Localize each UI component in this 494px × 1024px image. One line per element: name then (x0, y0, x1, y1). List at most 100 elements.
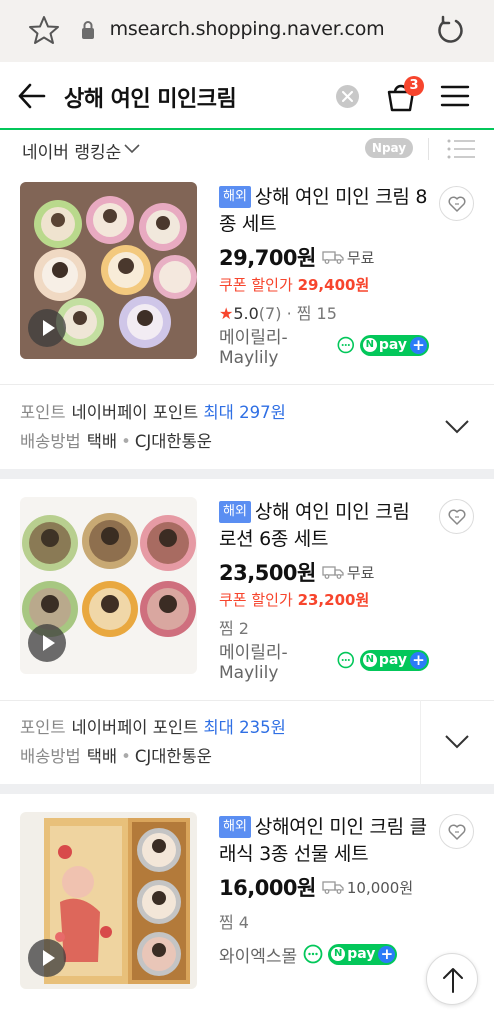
expand-divider (420, 700, 421, 784)
talk-icon[interactable] (337, 335, 355, 355)
product-price: 16,000원 (219, 876, 316, 900)
point-text: 네이버페이 포인트 (71, 718, 199, 737)
shipping-method: 배송방법 택배 • CJ대한통운 (20, 428, 212, 452)
sort-divider (428, 138, 429, 160)
product-image[interactable] (20, 182, 197, 359)
rating-row: ★5.0(7) · 찜 15 (219, 300, 429, 324)
rating-star-icon: ★ (219, 304, 234, 323)
chevron-down-icon[interactable] (444, 419, 470, 435)
point-label: 포인트 (20, 718, 66, 737)
product-card[interactable]: 해외 상해 여인 미인 크림 8종 세트 29,700원 무료 쿠폰 할인가 29… (0, 168, 494, 384)
point-label: 포인트 (20, 403, 66, 422)
zzim-count: 찜 4 (219, 913, 249, 932)
mall-name[interactable]: 메이릴리-Maylily (219, 323, 331, 368)
product-info: 해외 상해 여인 미인 크림 8종 세트 29,700원 무료 쿠폰 할인가 29… (219, 184, 429, 368)
coupon-price-row: 쿠폰 할인가 23,200원 (219, 589, 429, 610)
product-card[interactable]: 해외 상해여인 미인 크림 클래식 3종 선물 세트 16,000원 10,000… (0, 794, 494, 1024)
product-price: 23,500원 (219, 561, 316, 585)
coupon-price-row: 쿠폰 할인가 29,400원 (219, 274, 429, 295)
talk-icon[interactable] (303, 944, 323, 964)
product-card[interactable]: 해외 상해 여인 미인 크림 로션 6종 세트 23,500원 무료 쿠폰 할인가… (0, 479, 494, 700)
wishlist-button[interactable] (439, 186, 474, 221)
product-price: 29,700원 (219, 246, 316, 270)
wishlist-button[interactable] (439, 814, 474, 849)
clear-icon (342, 91, 353, 102)
plus-icon: + (410, 651, 427, 669)
list-view-icon[interactable] (446, 138, 476, 160)
overseas-tag: 해외 (219, 186, 251, 208)
npay-n-icon: N (331, 947, 346, 961)
plus-icon: + (410, 336, 427, 354)
benefit-row[interactable]: 포인트 네이버페이 포인트 최대 297원 배송방법 택배 • CJ대한통운 (0, 385, 494, 469)
shipping-fee: 무료 (346, 563, 375, 582)
clear-search-button[interactable] (336, 85, 359, 108)
sort-dropdown[interactable]: 네이버 랭킹순 (22, 138, 121, 163)
npay-filter-button[interactable]: Npay (365, 138, 413, 158)
product-image[interactable] (20, 497, 197, 674)
play-video-icon[interactable] (28, 624, 66, 662)
shipping-method-value: 택배 (86, 432, 118, 451)
rating-row: 찜 2 (219, 615, 429, 639)
cart-count-badge: 3 (404, 76, 424, 96)
browser-url-bar: msearch.shopping.naver.com (0, 0, 494, 62)
bullet-separator: • (121, 432, 131, 451)
plus-icon: + (378, 945, 396, 963)
truck-icon (322, 566, 344, 579)
chevron-down-icon[interactable] (444, 734, 470, 750)
overseas-tag: 해외 (219, 816, 251, 838)
shipping-method-value: 택배 (86, 747, 118, 766)
meta-separator: · (286, 304, 292, 323)
coupon-label: 쿠폰 할인가 (219, 276, 293, 294)
bullet-separator: • (121, 747, 131, 766)
carrier-name: CJ대한통운 (134, 747, 212, 766)
truck-icon (322, 251, 344, 264)
shipping-fee: 무료 (346, 248, 375, 267)
npay-badge: Npay + (328, 943, 398, 965)
zzim-count: 찜 15 (296, 304, 337, 323)
coupon-label: 쿠폰 할인가 (219, 591, 293, 609)
wishlist-button[interactable] (439, 499, 474, 534)
carrier-name: CJ대한통운 (134, 432, 212, 451)
overseas-tag: 해외 (219, 501, 251, 523)
menu-icon[interactable] (440, 84, 470, 108)
npay-badge: Npay + (359, 649, 429, 671)
product-image[interactable] (20, 812, 197, 989)
benefit-row[interactable]: 포인트 네이버페이 포인트 최대 235원 배송방법 택배 • CJ대한통운 (0, 700, 494, 784)
point-info: 포인트 네이버페이 포인트 최대 235원 (20, 714, 286, 738)
back-arrow-icon[interactable] (16, 82, 48, 110)
point-text: 네이버페이 포인트 (71, 403, 199, 422)
reload-icon[interactable] (434, 14, 466, 46)
heart-icon (448, 196, 466, 212)
chevron-down-icon[interactable] (124, 144, 140, 154)
point-max: 최대 235원 (203, 718, 286, 737)
coupon-price: 29,400원 (297, 276, 370, 294)
search-query[interactable]: 상해 여인 미인크림 (64, 81, 237, 113)
play-video-icon[interactable] (28, 939, 66, 977)
search-header: 상해 여인 미인크림 3 (0, 62, 494, 130)
mall-name[interactable]: 와이엑스몰 (219, 942, 297, 967)
shipping-method-label: 배송방법 (20, 432, 81, 451)
scroll-to-top-button[interactable] (426, 953, 478, 1005)
product-title[interactable]: 해외 상해 여인 미인 크림 8종 세트 (219, 184, 429, 238)
npay-n-icon: N (362, 653, 377, 667)
url-text[interactable]: msearch.shopping.naver.com (0, 18, 494, 40)
shipping-method-label: 배송방법 (20, 747, 81, 766)
rating-value: 5.0 (233, 304, 259, 323)
point-info: 포인트 네이버페이 포인트 최대 297원 (20, 399, 286, 423)
npay-n-icon: N (362, 338, 377, 352)
review-count[interactable]: (7) (259, 304, 282, 323)
play-video-icon[interactable] (28, 309, 66, 347)
point-max: 최대 297원 (203, 403, 286, 422)
npay-label: pay (378, 652, 407, 668)
heart-icon (448, 509, 466, 525)
talk-icon[interactable] (337, 650, 355, 670)
product-title[interactable]: 해외 상해여인 미인 크림 클래식 3종 선물 세트 (219, 814, 429, 868)
section-gap (0, 469, 494, 479)
section-gap (0, 784, 494, 794)
mall-name[interactable]: 메이릴리-Maylily (219, 638, 331, 683)
arrow-up-icon (443, 968, 463, 993)
shipping-fee: 10,000원 (346, 878, 414, 897)
zzim-count: 찜 2 (219, 619, 249, 638)
npay-label: pay (347, 946, 376, 962)
product-title[interactable]: 해외 상해 여인 미인 크림 로션 6종 세트 (219, 499, 429, 553)
